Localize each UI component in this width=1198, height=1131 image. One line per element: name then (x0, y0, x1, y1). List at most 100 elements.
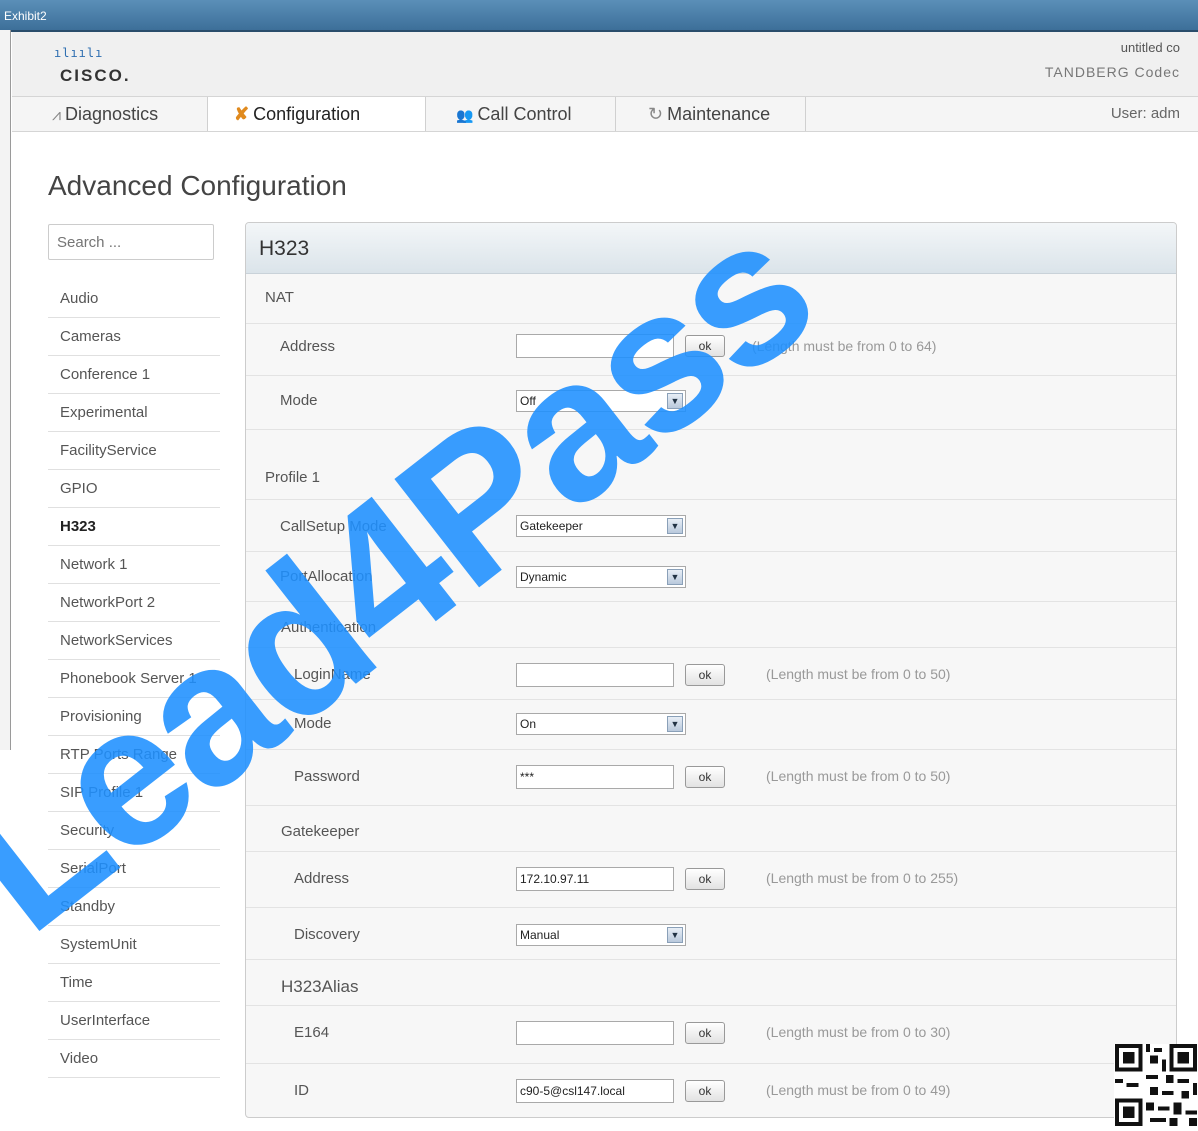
section-gatekeeper: Gatekeeper (246, 805, 1176, 852)
sidebar-item-video[interactable]: Video (48, 1040, 220, 1078)
callsetup-mode-label: CallSetup Mode (280, 518, 387, 535)
tab-call-control-label: Call Control (477, 104, 572, 124)
nat-address-input[interactable] (516, 334, 674, 358)
gatekeeper-address-hint: (Length must be from 0 to 255) (766, 870, 959, 886)
cisco-logo-icon: ılıılı (54, 46, 104, 60)
chevron-down-icon: ▼ (667, 927, 683, 943)
sidebar-item-sip-profile-1[interactable]: SIP Profile 1 (48, 774, 220, 812)
password-ok-button[interactable]: ok (685, 766, 725, 788)
tab-diagnostics[interactable]: ⩘ Diagnostics (12, 97, 208, 131)
callsetup-mode-row: CallSetup Mode Gatekeeper ▼ (246, 499, 1176, 552)
nat-mode-select[interactable]: Off ▼ (516, 390, 686, 412)
sidebar-item-networkport-2[interactable]: NetworkPort 2 (48, 584, 220, 622)
window-titlebar: Exhibit2 (0, 0, 1198, 32)
header: ılıılı CISCO. untitled co TANDBERG Codec (12, 32, 1198, 96)
callsetup-mode-select[interactable]: Gatekeeper ▼ (516, 515, 686, 537)
page-title: Advanced Configuration (48, 170, 347, 201)
sidebar-item-h323[interactable]: H323 (48, 508, 220, 546)
portallocation-select[interactable]: Dynamic ▼ (516, 566, 686, 588)
sidebar-item-time[interactable]: Time (48, 964, 220, 1002)
sidebar-item-provisioning[interactable]: Provisioning (48, 698, 220, 736)
alias-id-ok-button[interactable]: ok (685, 1080, 725, 1102)
nat-heading: NAT (265, 289, 294, 306)
sidebar-item-experimental[interactable]: Experimental (48, 394, 220, 432)
gatekeeper-address-ok-button[interactable]: ok (685, 868, 725, 890)
sidebar-item-rtp-ports-range[interactable]: RTP Ports Range (48, 736, 220, 774)
loginname-label: LoginName (294, 666, 371, 683)
tab-maintenance-label: Maintenance (667, 104, 771, 124)
tab-call-control[interactable]: 👥 Call Control (426, 97, 616, 131)
e164-input[interactable] (516, 1021, 674, 1045)
e164-hint: (Length must be from 0 to 30) (766, 1024, 951, 1040)
password-input[interactable] (516, 765, 674, 789)
sidebar-item-networkservices[interactable]: NetworkServices (48, 622, 220, 660)
tab-configuration-label: Configuration (253, 104, 361, 124)
portallocation-label: PortAllocation (280, 568, 373, 585)
e164-ok-button[interactable]: ok (685, 1022, 725, 1044)
gatekeeper-address-row: Address ok (Length must be from 0 to 255… (246, 851, 1176, 908)
chevron-down-icon: ▼ (667, 716, 683, 732)
main-nav: ⩘ Diagnostics ✘ Configuration 👥 Call Contro… (12, 96, 1198, 132)
callsetup-mode-value: Gatekeeper (520, 519, 583, 533)
panel-title: H323 (246, 223, 1176, 274)
nat-address-hint: (Length must be from 0 to 64) (752, 338, 937, 354)
section-authentication: Authentication (246, 601, 1176, 648)
gatekeeper-heading: Gatekeeper (281, 823, 360, 840)
auth-mode-value: On (520, 717, 537, 731)
portallocation-row: PortAllocation Dynamic ▼ (246, 551, 1176, 602)
people-icon: 👥 (456, 107, 474, 123)
tab-diagnostics-label: Diagnostics (65, 104, 159, 124)
search-input[interactable] (48, 224, 214, 260)
sidebar-item-gpio[interactable]: GPIO (48, 470, 220, 508)
nat-mode-label: Mode (280, 392, 318, 409)
sidebar-item-systemunit[interactable]: SystemUnit (48, 926, 220, 964)
tab-configuration[interactable]: ✘ Configuration (208, 97, 426, 131)
loginname-ok-button[interactable]: ok (685, 664, 725, 686)
chevron-down-icon: ▼ (667, 569, 683, 585)
h323alias-heading: H323Alias (281, 977, 359, 996)
sidebar-item-facilityservice[interactable]: FacilityService (48, 432, 220, 470)
pulse-icon: ⩘ (52, 107, 62, 124)
section-profile-1: Profile 1 (246, 429, 1176, 500)
auth-mode-label: Mode (294, 715, 332, 732)
portallocation-value: Dynamic (520, 570, 567, 584)
gatekeeper-address-label: Address (294, 870, 350, 887)
current-user: User: adm (1110, 105, 1180, 122)
sidebar-item-cameras[interactable]: Cameras (48, 318, 220, 356)
nat-address-ok-button[interactable]: ok (685, 335, 725, 357)
product-name: TANDBERG Codec (1044, 64, 1180, 80)
nat-address-row: Address ok (Length must be from 0 to 64) (246, 323, 1176, 376)
system-name: untitled co (1120, 40, 1180, 55)
chevron-down-icon: ▼ (667, 393, 683, 409)
nat-mode-value: Off (520, 394, 536, 408)
password-hint: (Length must be from 0 to 50) (766, 768, 951, 784)
left-frame-border (0, 30, 11, 750)
sidebar-item-phonebook-server-1[interactable]: Phonebook Server 1 (48, 660, 220, 698)
tab-maintenance[interactable]: ↻ Maintenance (616, 97, 806, 131)
alias-id-label: ID (294, 1082, 309, 1099)
sidebar-item-security[interactable]: Security (48, 812, 220, 850)
discovery-select[interactable]: Manual ▼ (516, 924, 686, 946)
profile-heading: Profile 1 (265, 469, 321, 486)
alias-id-input[interactable] (516, 1079, 674, 1103)
alias-id-hint: (Length must be from 0 to 49) (766, 1082, 951, 1098)
e164-label: E164 (294, 1024, 330, 1041)
auth-mode-select[interactable]: On ▼ (516, 713, 686, 735)
discovery-row: Discovery Manual ▼ (246, 907, 1176, 960)
loginname-hint: (Length must be from 0 to 50) (766, 666, 951, 682)
password-row: Password ok (Length must be from 0 to 50… (246, 749, 1176, 806)
sidebar-item-audio[interactable]: Audio (48, 280, 220, 318)
chevron-down-icon: ▼ (667, 518, 683, 534)
discovery-value: Manual (520, 928, 560, 942)
section-h323alias: H323Alias (246, 959, 1176, 1006)
sidebar-item-userinterface[interactable]: UserInterface (48, 1002, 220, 1040)
gatekeeper-address-input[interactable] (516, 867, 674, 891)
wrench-icon: ✘ (234, 104, 250, 124)
sidebar-item-standby[interactable]: Standby (48, 888, 220, 926)
sidebar-item-conference-1[interactable]: Conference 1 (48, 356, 220, 394)
sidebar-item-network-1[interactable]: Network 1 (48, 546, 220, 584)
e164-row: E164 ok (Length must be from 0 to 30) (246, 1005, 1176, 1064)
sidebar-item-serialport[interactable]: SerialPort (48, 850, 220, 888)
loginname-row: LoginName ok (Length must be from 0 to 5… (246, 647, 1176, 700)
loginname-input[interactable] (516, 663, 674, 687)
